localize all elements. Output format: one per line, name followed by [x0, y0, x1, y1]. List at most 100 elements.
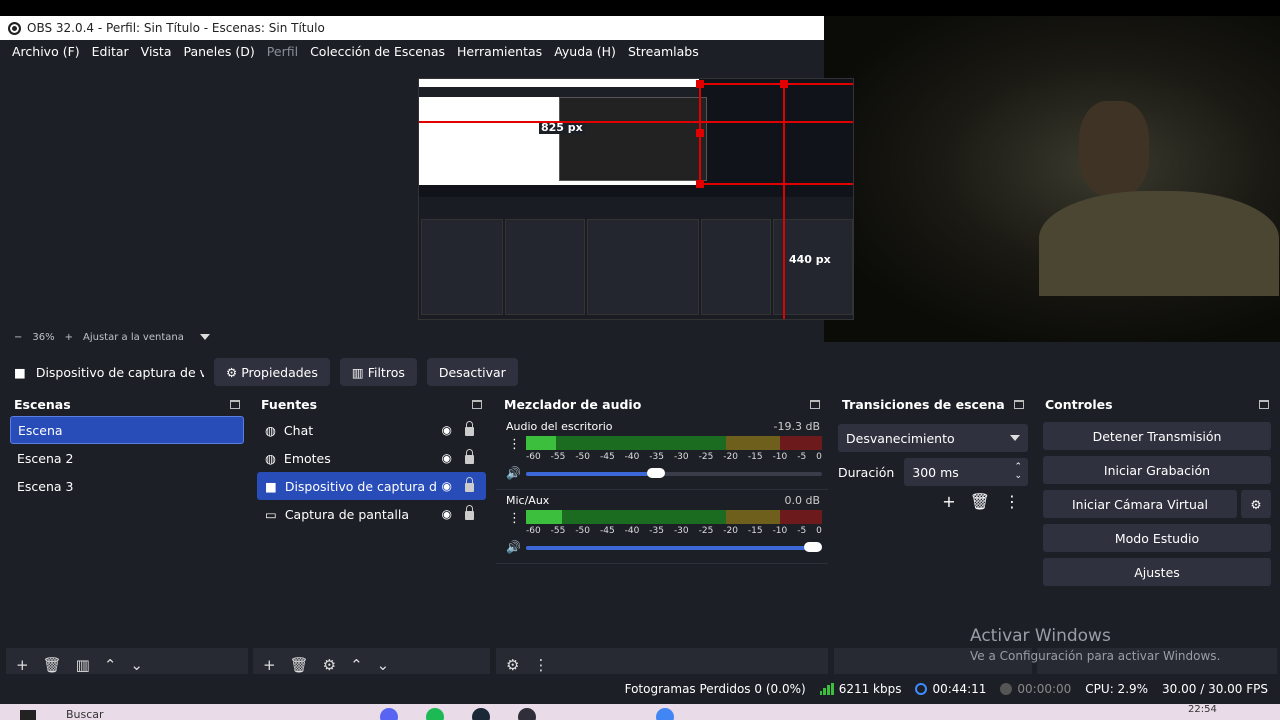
- taskbar-search[interactable]: Buscar: [66, 708, 104, 720]
- menu-perfil[interactable]: Perfil: [261, 44, 304, 59]
- transition-selected: Desvanecimiento: [846, 430, 955, 446]
- handle-top-mid[interactable]: [780, 80, 788, 88]
- steam-icon[interactable]: [472, 708, 490, 720]
- slider-knob[interactable]: [647, 468, 666, 478]
- speaker-icon[interactable]: 🔊: [506, 466, 521, 480]
- px-label-side: 440 px: [789, 253, 831, 266]
- fit-window-label[interactable]: Ajustar a la ventana: [83, 332, 184, 343]
- gear-icon[interactable]: ⚙: [1241, 490, 1271, 518]
- meter-tick-label: -45: [599, 452, 615, 462]
- eye-icon[interactable]: ◉: [442, 451, 452, 465]
- zoom-in-icon[interactable]: +: [65, 332, 73, 343]
- zoom-out-icon[interactable]: −: [14, 332, 22, 343]
- menu-herramientas[interactable]: Herramientas: [451, 44, 548, 59]
- scenes-list: Escena Escena 2 Escena 3: [6, 416, 248, 648]
- lock-icon[interactable]: [465, 421, 474, 436]
- move-down-icon[interactable]: ⌄: [377, 656, 390, 674]
- gear-icon[interactable]: ⚙: [323, 656, 336, 674]
- filter-icon[interactable]: ▥: [76, 656, 90, 674]
- filter-icon: ▥: [351, 364, 364, 380]
- program-preview[interactable]: 825 px 440 px: [418, 78, 854, 320]
- scene-item-2[interactable]: Escena 2: [10, 444, 244, 472]
- undock-icon[interactable]: [810, 399, 820, 409]
- filters-button[interactable]: ▥ Filtros: [339, 358, 417, 386]
- windows-start-icon[interactable]: [20, 710, 36, 720]
- source-item-capture-device[interactable]: ■ Dispositivo de captura de v ◉: [257, 472, 486, 500]
- preview-dock-scenes: [421, 219, 503, 315]
- eye-icon[interactable]: ◉: [442, 507, 452, 521]
- menu-archivo[interactable]: Archivo (F): [6, 44, 86, 59]
- meter-yellow-zone: [726, 510, 780, 524]
- duration-input[interactable]: 300 ms ⌃ ⌄: [904, 458, 1028, 486]
- meter-yellow-zone: [726, 436, 780, 450]
- volume-slider[interactable]: [526, 542, 822, 552]
- undock-icon[interactable]: [1259, 399, 1269, 409]
- meter-tick-label: -30: [673, 526, 689, 536]
- properties-button[interactable]: ⚙ Propiedades: [214, 358, 330, 386]
- meter-tick-label: 0: [816, 526, 822, 536]
- undock-icon[interactable]: [472, 399, 482, 409]
- current-source: ■ Dispositivo de captura de v: [14, 365, 204, 380]
- scene-item-3[interactable]: Escena 3: [10, 472, 244, 500]
- add-icon[interactable]: +: [942, 492, 955, 511]
- start-virtual-camera-button[interactable]: Iniciar Cámara Virtual: [1043, 490, 1237, 518]
- chevron-down-icon[interactable]: [199, 334, 210, 340]
- menu-streamlabs[interactable]: Streamlabs: [622, 44, 705, 59]
- more-options-icon[interactable]: ⋮: [508, 438, 521, 451]
- menu-editar[interactable]: Editar: [86, 44, 135, 59]
- meter-tick-label: -45: [599, 526, 615, 536]
- trash-icon[interactable]: 🗑: [970, 492, 990, 511]
- start-recording-button[interactable]: Iniciar Grabación: [1043, 456, 1271, 484]
- chrome-icon[interactable]: [656, 708, 674, 720]
- add-icon[interactable]: +: [263, 656, 276, 674]
- add-icon[interactable]: +: [16, 656, 29, 674]
- lock-icon[interactable]: [465, 505, 474, 520]
- transitions-body: Desvanecimiento Duración 300 ms ⌃ ⌄ + 🗑 ⋮: [834, 416, 1032, 648]
- obs-taskbar-icon[interactable]: [518, 708, 536, 720]
- trash-icon[interactable]: 🗑: [43, 656, 62, 674]
- undock-icon[interactable]: [230, 399, 240, 409]
- more-options-icon[interactable]: ⋮: [533, 656, 548, 674]
- webcam-face: [1079, 101, 1149, 196]
- menu-paneles[interactable]: Paneles (D): [178, 44, 261, 59]
- eye-icon[interactable]: ◉: [442, 423, 452, 437]
- preview-dock-transitions: [701, 219, 771, 315]
- move-down-icon[interactable]: ⌄: [130, 656, 143, 674]
- volume-slider[interactable]: [526, 468, 822, 478]
- move-up-icon[interactable]: ⌃: [104, 656, 117, 674]
- menu-vista[interactable]: Vista: [135, 44, 178, 59]
- discord-icon[interactable]: [380, 708, 398, 720]
- studio-mode-button[interactable]: Modo Estudio: [1043, 524, 1271, 552]
- handle-mid-left[interactable]: [696, 129, 704, 137]
- source-item-screen-capture[interactable]: ▭ Captura de pantalla ◉: [257, 500, 486, 528]
- menu-ayuda[interactable]: Ayuda (H): [548, 44, 622, 59]
- source-item-chat[interactable]: ◍ Chat ◉: [257, 416, 486, 444]
- stop-stream-button[interactable]: Detener Transmisión: [1043, 422, 1271, 450]
- guide-line-bottom: [699, 183, 853, 185]
- more-options-icon[interactable]: ⋮: [1004, 492, 1020, 511]
- trash-icon[interactable]: 🗑: [290, 656, 309, 674]
- source-item-emotes[interactable]: ◍ Emotes ◉: [257, 444, 486, 472]
- scene-item-1[interactable]: Escena: [10, 416, 244, 444]
- transition-select[interactable]: Desvanecimiento: [838, 424, 1028, 452]
- speaker-icon[interactable]: 🔊: [506, 540, 521, 554]
- move-up-icon[interactable]: ⌃: [350, 656, 363, 674]
- eye-icon[interactable]: ◉: [442, 479, 452, 493]
- stepper-icon[interactable]: ⌃ ⌄: [1014, 463, 1022, 481]
- browser-icon: ◍: [265, 450, 276, 466]
- more-options-icon[interactable]: ⋮: [508, 512, 521, 525]
- handle-top-left[interactable]: [696, 80, 704, 88]
- handle-bottom-left[interactable]: [696, 180, 704, 188]
- settings-button[interactable]: Ajustes: [1043, 558, 1271, 586]
- source-name: Emotes: [283, 450, 331, 466]
- advanced-audio-icon[interactable]: ⚙: [506, 656, 519, 674]
- spotify-icon[interactable]: [426, 708, 444, 720]
- lock-icon[interactable]: [465, 449, 474, 464]
- menu-coleccion-escenas[interactable]: Colección de Escenas: [304, 44, 451, 59]
- deactivate-button[interactable]: Desactivar: [426, 358, 518, 386]
- slider-knob[interactable]: [804, 542, 822, 552]
- undock-icon[interactable]: [1014, 399, 1024, 409]
- lock-icon[interactable]: [465, 477, 474, 492]
- status-bar: Fotogramas Perdidos 0 (0.0%) 6211 kbps 0…: [0, 674, 1280, 704]
- meter-tick-label: -30: [673, 452, 689, 462]
